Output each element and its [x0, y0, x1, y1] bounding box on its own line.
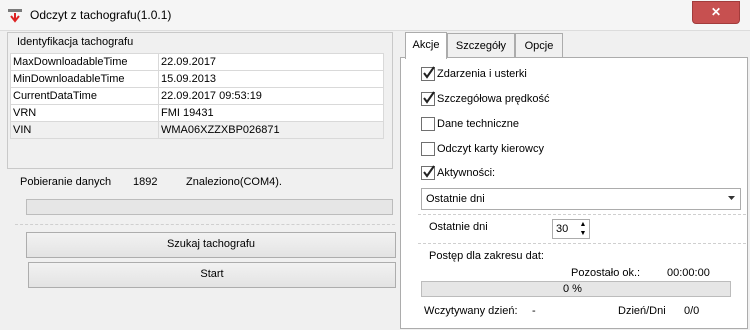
window-title: Odczyt z tachografu(1.0.1): [30, 8, 172, 22]
technical-data-checkbox[interactable]: [421, 117, 435, 131]
stepper-up-icon[interactable]: ▲: [577, 220, 589, 229]
tachograph-app-icon: [7, 7, 23, 23]
chevron-down-icon: [727, 193, 736, 205]
progress-percent: 0 %: [563, 283, 582, 295]
start-button[interactable]: Start: [28, 262, 396, 288]
identification-table: MaxDownloadableTime 22.09.2017 MinDownload…: [10, 53, 384, 139]
tab-options[interactable]: Opcje: [515, 33, 563, 58]
driver-card-checkbox-label: Odczyt karty kierowcy: [437, 143, 544, 155]
table-cell-key: MinDownloadableTime: [10, 70, 159, 88]
period-select[interactable]: Ostatnie dni: [421, 188, 741, 210]
divider: [15, 224, 395, 225]
last-days-label: Ostatnie dni: [429, 221, 488, 233]
tab-actions[interactable]: Akcje: [405, 32, 447, 59]
close-button[interactable]: ✕: [692, 1, 740, 24]
download-progress-bar: [26, 199, 393, 215]
day-count-label: Dzień/Dni: [618, 305, 666, 317]
table-row[interactable]: VIN WMA06XZZXBP026871: [10, 121, 384, 139]
read-day-value: -: [532, 305, 536, 317]
stepper-down-icon[interactable]: ▼: [577, 229, 589, 238]
day-count-value: 0/0: [684, 305, 700, 317]
last-days-value: 30: [556, 223, 569, 235]
title-bar[interactable]: Odczyt z tachografu(1.0.1) ✕: [0, 0, 750, 31]
events-checkbox-label: Zdarzenia i usterki: [437, 68, 527, 80]
application-window: Odczyt z tachografu(1.0.1) ✕ Identyfikac…: [0, 0, 750, 330]
speed-checkbox[interactable]: [421, 91, 435, 106]
progress-title: Postęp dla zakresu dat:: [429, 250, 544, 262]
divider: [418, 243, 746, 244]
period-select-value: Ostatnie dni: [426, 193, 485, 205]
download-count: 1892: [133, 176, 158, 188]
table-cell-value: 22.09.2017: [158, 53, 384, 71]
date-range-progress-bar: 0 %: [421, 281, 731, 297]
activities-checkbox-label: Aktywności:: [437, 167, 496, 179]
last-days-stepper[interactable]: 30 ▲ ▼: [552, 219, 590, 239]
identification-group-title: Identyfikacja tachografu: [17, 36, 134, 48]
events-checkbox[interactable]: [421, 66, 435, 81]
table-cell-value: WMA06XZZXBP026871: [158, 121, 384, 139]
tab-details[interactable]: Szczegóły: [447, 33, 515, 58]
table-cell-value: FMI 19431: [158, 104, 384, 122]
table-row[interactable]: CurrentDataTime 22.09.2017 09:53:19: [10, 87, 384, 105]
divider: [418, 214, 746, 215]
download-label: Pobieranie danych: [20, 176, 112, 188]
table-cell-key: VRN: [10, 104, 159, 122]
table-cell-value: 15.09.2013: [158, 70, 384, 88]
table-cell-value: 22.09.2017 09:53:19: [158, 87, 384, 105]
search-tachograph-button[interactable]: Szukaj tachografu: [26, 232, 396, 258]
remaining-label: Pozostało ok.:: [571, 267, 641, 279]
table-row[interactable]: MinDownloadableTime 15.09.2013: [10, 70, 384, 88]
activities-checkbox[interactable]: [421, 165, 435, 180]
table-cell-key: VIN: [10, 121, 159, 139]
table-cell-key: MaxDownloadableTime: [10, 53, 159, 71]
technical-data-checkbox-label: Dane techniczne: [437, 118, 519, 130]
table-row[interactable]: VRN FMI 19431: [10, 104, 384, 122]
actions-panel: Zdarzenia i usterki Szczegółowa prędkość…: [400, 57, 748, 329]
table-row[interactable]: MaxDownloadableTime 22.09.2017: [10, 53, 384, 71]
driver-card-checkbox[interactable]: [421, 142, 435, 156]
remaining-value: 00:00:00: [667, 267, 710, 279]
download-status: Znaleziono(COM4).: [186, 176, 282, 188]
speed-checkbox-label: Szczegółowa prędkość: [437, 93, 550, 105]
tab-bar: Akcje Szczegóły Opcje: [400, 32, 746, 59]
read-day-label: Wczytywany dzień:: [424, 305, 518, 317]
table-cell-key: CurrentDataTime: [10, 87, 159, 105]
